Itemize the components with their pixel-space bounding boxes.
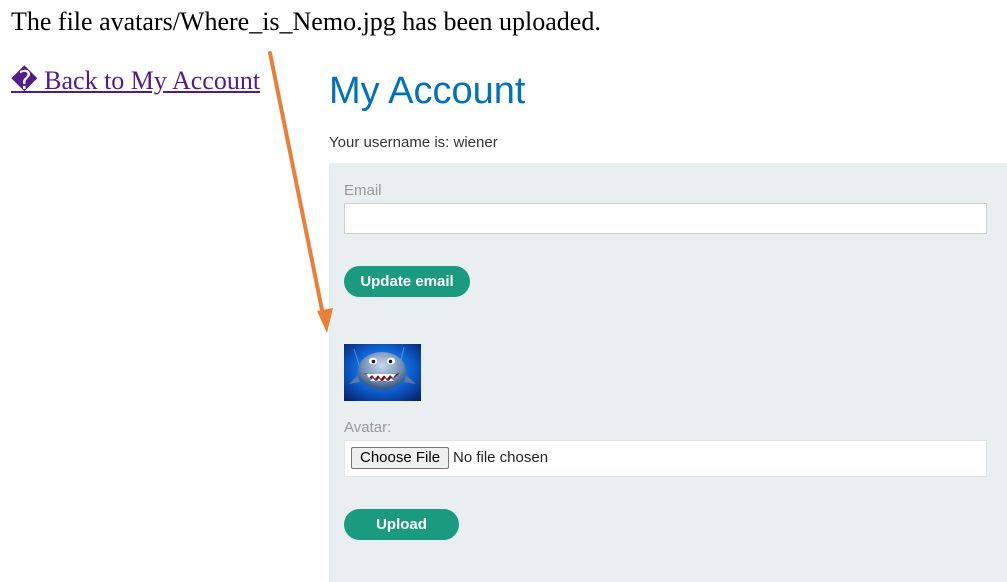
upload-status-message: The file avatars/Where_is_Nemo.jpg has b…	[11, 7, 601, 36]
account-form-panel: Email Update email Avatar: Choose File N…	[329, 163, 1007, 582]
shark-avatar-image	[344, 344, 421, 401]
page-title: My Account	[329, 70, 526, 112]
email-label: Email	[344, 182, 382, 199]
file-status-text: No file chosen	[453, 449, 549, 466]
avatar-file-input[interactable]: Choose File No file chosen	[344, 440, 987, 477]
avatar-label: Avatar:	[344, 419, 392, 436]
email-field[interactable]	[344, 203, 987, 234]
username-text: Your username is: wiener	[329, 134, 498, 151]
choose-file-button[interactable]: Choose File	[351, 447, 450, 469]
upload-button[interactable]: Upload	[344, 509, 459, 540]
back-to-my-account-link[interactable]: � Back to My Account	[11, 64, 260, 98]
update-email-button[interactable]: Update email	[344, 266, 470, 297]
